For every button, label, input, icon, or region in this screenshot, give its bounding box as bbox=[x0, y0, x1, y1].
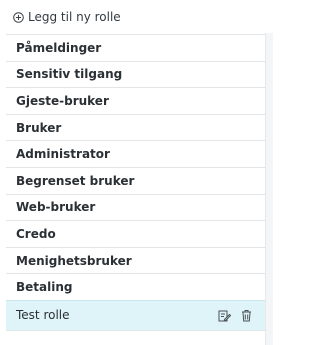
scroll-track[interactable] bbox=[265, 33, 273, 345]
role-item-credo[interactable]: Credo bbox=[6, 220, 267, 247]
role-label: Påmeldinger bbox=[16, 40, 102, 55]
role-item-betaling[interactable]: Betaling bbox=[6, 273, 267, 300]
role-label: Begrenset bruker bbox=[16, 173, 135, 188]
role-actions bbox=[218, 301, 253, 330]
role-label: Betaling bbox=[16, 280, 73, 295]
roles-panel: Legg til ny rolle Påmeldinger Sensitiv t… bbox=[0, 0, 273, 345]
role-label: Administrator bbox=[16, 147, 110, 162]
role-item-menighetsbruker[interactable]: Menighetsbruker bbox=[6, 246, 267, 274]
role-list: Påmeldinger Sensitiv tilgang Gjeste-bruk… bbox=[6, 34, 267, 331]
role-label: Menighetsbruker bbox=[16, 253, 132, 268]
role-item-administrator[interactable]: Administrator bbox=[6, 140, 267, 167]
role-item-web-bruker[interactable]: Web-bruker bbox=[6, 193, 267, 221]
add-role-label: Legg til ny rolle bbox=[28, 10, 121, 24]
role-item-test-rolle[interactable]: Test rolle bbox=[6, 299, 267, 331]
role-label: Test rolle bbox=[16, 308, 70, 323]
role-item-begrenset-bruker[interactable]: Begrenset bruker bbox=[6, 166, 267, 194]
trash-icon[interactable] bbox=[240, 309, 253, 322]
add-role-button[interactable]: Legg til ny rolle bbox=[13, 6, 121, 28]
role-label: Web-bruker bbox=[16, 200, 96, 215]
role-label: Bruker bbox=[16, 120, 62, 135]
role-label: Credo bbox=[16, 226, 56, 241]
edit-icon[interactable] bbox=[218, 309, 231, 322]
plus-circle-icon bbox=[13, 11, 24, 23]
role-item-gjeste-bruker[interactable]: Gjeste-bruker bbox=[6, 87, 267, 114]
role-label: Sensitiv tilgang bbox=[16, 67, 123, 82]
role-label: Gjeste-bruker bbox=[16, 93, 109, 108]
role-item-pameldinger[interactable]: Påmeldinger bbox=[6, 34, 267, 61]
role-item-sensitiv-tilgang[interactable]: Sensitiv tilgang bbox=[6, 60, 267, 88]
role-item-bruker[interactable]: Bruker bbox=[6, 113, 267, 141]
